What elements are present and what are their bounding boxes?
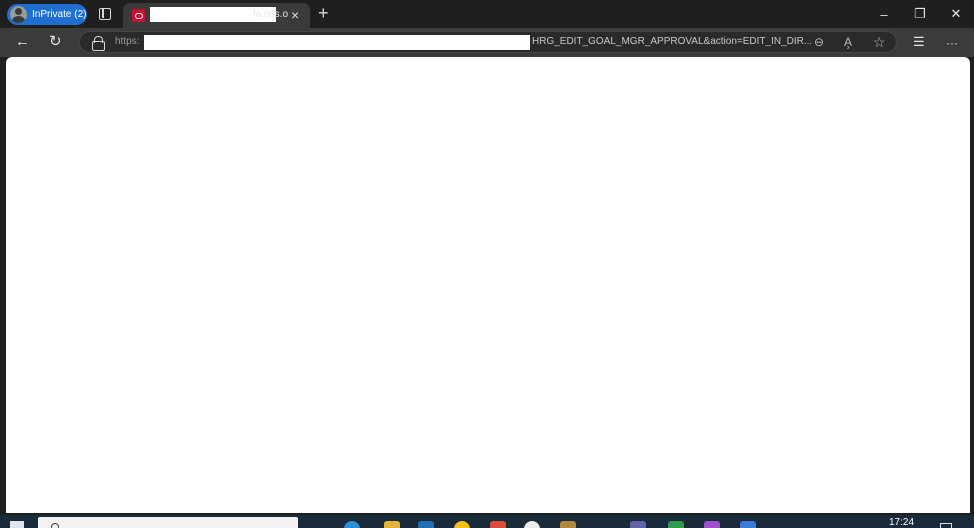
search-icon bbox=[51, 523, 59, 528]
more-options-icon[interactable]: ··· bbox=[946, 33, 958, 53]
inprivate-profile-button[interactable]: InPrivate (2) bbox=[7, 4, 87, 25]
minimize-button[interactable]: – bbox=[866, 0, 902, 28]
refresh-icon[interactable]: ↻ bbox=[49, 32, 62, 52]
onenote-icon[interactable] bbox=[704, 521, 720, 528]
active-tab[interactable]: fa.ocs.o × bbox=[123, 3, 310, 28]
oracle-favicon-icon bbox=[132, 9, 145, 22]
windows-start-icon[interactable] bbox=[10, 521, 24, 528]
archive-app-icon[interactable] bbox=[560, 521, 576, 528]
close-window-button[interactable]: ✕ bbox=[938, 0, 974, 28]
taskbar: 17:24 bbox=[0, 515, 974, 528]
new-tab-icon[interactable]: + bbox=[318, 2, 329, 24]
page-content bbox=[6, 57, 970, 513]
outlook-icon[interactable] bbox=[418, 521, 434, 528]
taskbar-search-box[interactable] bbox=[38, 517, 298, 528]
restore-button[interactable]: ❐ bbox=[902, 0, 938, 28]
tab-actions-icon[interactable] bbox=[99, 8, 111, 20]
globe-app-icon[interactable] bbox=[524, 521, 540, 528]
inprivate-label: InPrivate (2) bbox=[32, 9, 87, 20]
word-icon[interactable] bbox=[740, 521, 756, 528]
url-text[interactable]: HRG_EDIT_GOAL_MGR_APPROVAL&action=EDIT_I… bbox=[532, 36, 812, 47]
favorites-icon[interactable]: ☰ bbox=[913, 32, 925, 52]
favorite-star-icon[interactable]: ☆ bbox=[873, 34, 886, 50]
taskbar-clock[interactable]: 17:24 bbox=[889, 517, 914, 528]
file-explorer-icon[interactable] bbox=[384, 521, 400, 528]
read-aloud-icon[interactable]: A̧ bbox=[844, 34, 852, 50]
notification-icon[interactable] bbox=[940, 523, 952, 528]
app-icon[interactable] bbox=[490, 521, 506, 528]
edge-app-icon[interactable] bbox=[344, 521, 360, 528]
url-scheme: https: bbox=[115, 36, 140, 47]
profile-avatar-icon bbox=[10, 6, 27, 23]
zoom-icon[interactable]: ⊖ bbox=[814, 34, 824, 50]
tab-close-icon[interactable]: × bbox=[291, 6, 299, 24]
back-arrow-icon[interactable]: ← bbox=[15, 32, 30, 52]
lock-icon[interactable] bbox=[92, 36, 105, 51]
excel-icon[interactable] bbox=[668, 521, 684, 528]
chrome-icon[interactable] bbox=[454, 521, 470, 528]
navigation-toolbar: ← ↻ https: HRG_EDIT_GOAL_MGR_APPROVAL&ac… bbox=[0, 28, 974, 57]
title-bar: InPrivate (2) fa.ocs.o × + – ❐ ✕ bbox=[0, 0, 974, 28]
redacted-url bbox=[144, 35, 530, 50]
teams-icon[interactable] bbox=[630, 521, 646, 528]
window-controls: – ❐ ✕ bbox=[866, 0, 974, 28]
browser-window: InPrivate (2) fa.ocs.o × + – ❐ ✕ ← ↻ htt… bbox=[0, 0, 974, 528]
address-bar[interactable]: https: HRG_EDIT_GOAL_MGR_APPROVAL&action… bbox=[79, 31, 897, 53]
